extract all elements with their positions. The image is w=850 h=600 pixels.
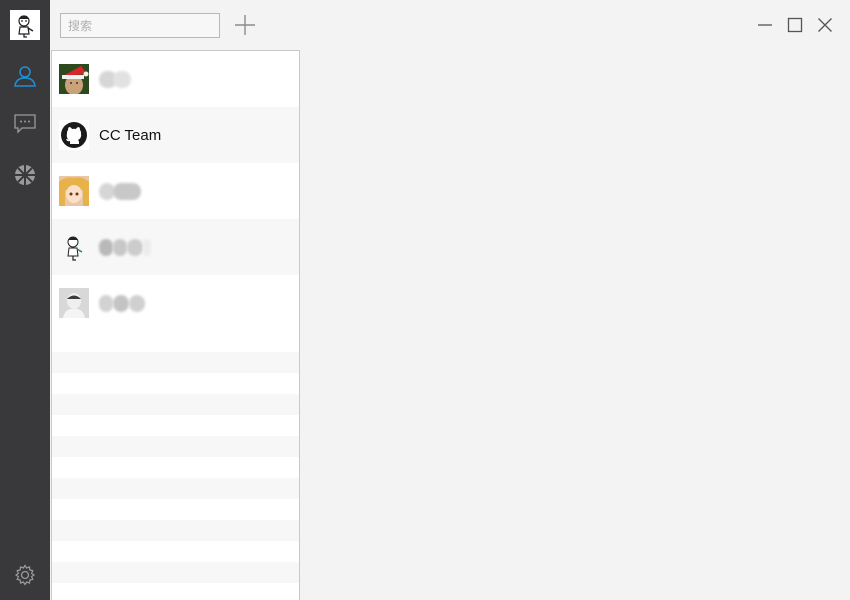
- close-icon: [818, 18, 832, 32]
- contact-name-redacted: [99, 238, 151, 256]
- plus-icon: [235, 15, 255, 35]
- list-filler-row: [52, 415, 299, 436]
- maximize-icon: [787, 17, 803, 33]
- sidebar-rail: [0, 0, 50, 600]
- contact-list: CC Team: [51, 50, 300, 600]
- github-icon: [59, 120, 89, 150]
- contacts-icon: [14, 66, 36, 87]
- contact-avatar: [59, 232, 89, 262]
- search-box: [60, 13, 220, 38]
- nav-contacts[interactable]: [0, 56, 50, 96]
- my-avatar[interactable]: [10, 10, 40, 40]
- add-button[interactable]: [233, 13, 257, 37]
- contact-name: CC Team: [99, 126, 162, 144]
- contact-name-redacted: [99, 294, 145, 312]
- minimize-button[interactable]: [754, 14, 776, 36]
- list-filler-row: [52, 394, 299, 415]
- list-filler-row: [52, 583, 299, 600]
- contact-avatar: [59, 288, 89, 318]
- settings-button[interactable]: [0, 555, 50, 595]
- list-filler-row: [52, 352, 299, 373]
- list-filler-row: [52, 499, 299, 520]
- minimize-icon: [758, 24, 772, 26]
- contact-item[interactable]: [52, 51, 299, 107]
- list-filler-row: [52, 541, 299, 562]
- list-filler-row: [52, 562, 299, 583]
- contact-item[interactable]: [52, 275, 299, 331]
- nav-chat[interactable]: [0, 104, 50, 144]
- list-filler-row: [52, 436, 299, 457]
- contact-avatar: [59, 64, 89, 94]
- contact-item[interactable]: [52, 219, 299, 275]
- list-filler-row: [52, 520, 299, 541]
- chat-bubble-icon: [14, 114, 36, 134]
- contact-item[interactable]: CC Team: [52, 107, 299, 163]
- contact-avatar: [59, 176, 89, 206]
- maximize-button[interactable]: [784, 14, 806, 36]
- nav-moments[interactable]: [0, 155, 50, 195]
- contact-name-redacted: [99, 182, 141, 200]
- close-button[interactable]: [814, 14, 836, 36]
- moments-icon: [15, 165, 35, 185]
- list-filler-row: [52, 331, 299, 352]
- list-filler-row: [52, 478, 299, 499]
- contact-avatar: [59, 120, 89, 150]
- gear-icon: [14, 564, 36, 586]
- search-input[interactable]: [61, 14, 219, 37]
- list-filler-row: [52, 373, 299, 394]
- contact-item[interactable]: [52, 163, 299, 219]
- list-filler-row: [52, 457, 299, 478]
- contact-name-redacted: [99, 70, 131, 88]
